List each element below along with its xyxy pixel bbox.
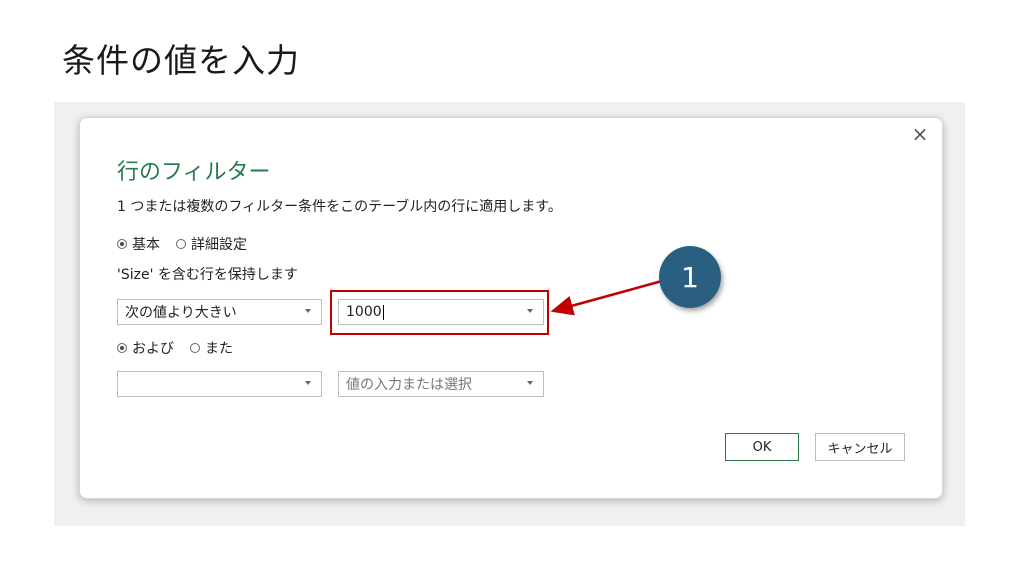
step-number-badge: 1 (659, 246, 721, 308)
annotation-arrow (550, 279, 663, 316)
